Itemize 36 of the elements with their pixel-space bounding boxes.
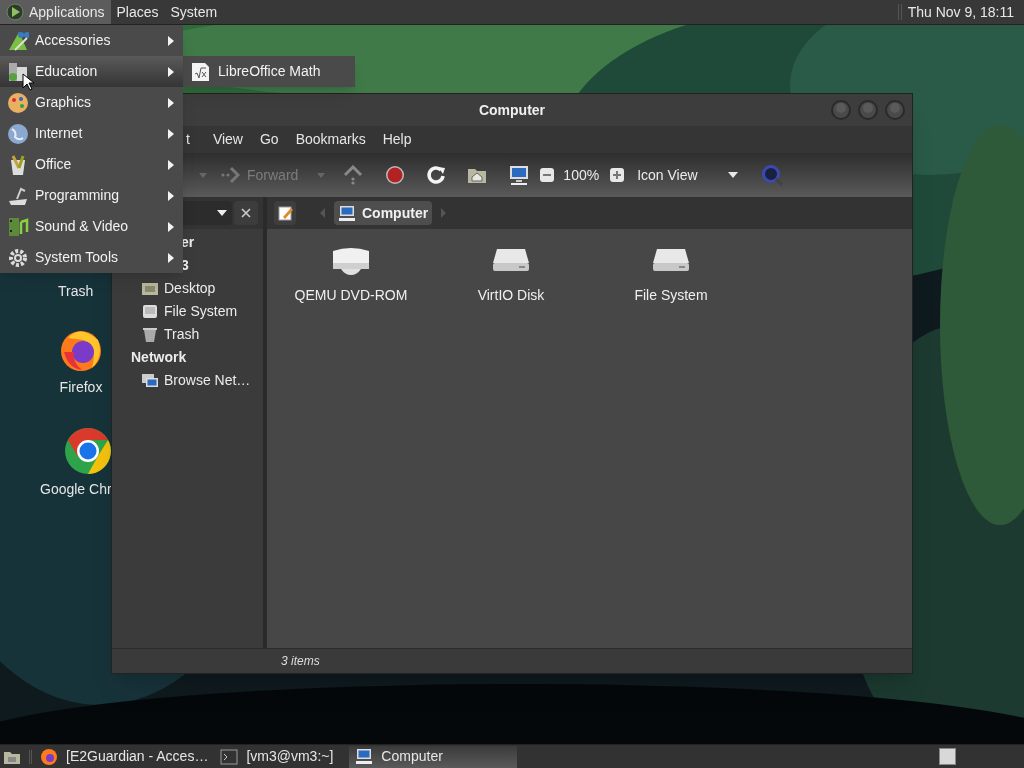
taskbar-button[interactable]: [vm3@vm3:~] xyxy=(214,745,340,768)
window-title: Computer xyxy=(478,100,546,120)
menu-entry[interactable]: Office xyxy=(0,149,183,180)
taskbar-button[interactable]: Computer xyxy=(349,745,518,768)
sidebar-item[interactable]: Browse Net… xyxy=(112,369,263,392)
menu-entry[interactable]: Programming xyxy=(0,180,183,211)
file-item-label[interactable]: QEMU DVD-ROM xyxy=(294,285,408,306)
status-text: 3 items xyxy=(280,653,320,670)
menu-item[interactable]: Help xyxy=(374,129,420,150)
sidebar-item[interactable]: File System xyxy=(112,300,263,323)
file-item-label[interactable]: File System xyxy=(634,285,708,306)
view-mode-dropdown[interactable]: Icon View xyxy=(629,164,742,186)
menu-entry[interactable]: LibreOffice Math xyxy=(183,56,355,87)
menu-entry[interactable]: System Tools xyxy=(0,242,183,273)
menu-entry[interactable]: Education xyxy=(0,56,183,87)
zoom-level: 100% xyxy=(563,165,600,185)
sidebar-heading: Network xyxy=(131,348,187,367)
file-item-label[interactable]: VirtIO Disk xyxy=(477,285,545,306)
panel-menu[interactable]: System xyxy=(164,0,224,24)
taskbar-button[interactable]: [E2Guardian - Acces… xyxy=(34,745,215,768)
menu-entry[interactable]: Sound & Video xyxy=(0,211,183,242)
menu-entry[interactable]: Accessories xyxy=(0,25,183,56)
desktop-icon-label[interactable]: Trash xyxy=(58,281,94,302)
path-button[interactable]: Computer xyxy=(334,201,433,225)
menu-item[interactable]: Bookmarks xyxy=(287,129,374,150)
sidebar-item[interactable]: Trash xyxy=(112,323,263,346)
panel-menu[interactable]: Places xyxy=(110,0,165,24)
menu-entry[interactable]: Internet xyxy=(0,118,183,149)
desktop-icon-label[interactable]: Google Chr xyxy=(40,479,112,500)
menu-entry[interactable]: Graphics xyxy=(0,87,183,118)
menu-item[interactable]: View xyxy=(204,129,251,150)
panel-menu[interactable]: Applications xyxy=(0,0,111,24)
sidebar-item[interactable]: Desktop xyxy=(112,277,263,300)
desktop-icon-label[interactable]: Firefox xyxy=(59,377,103,398)
clock[interactable]: Thu Nov 9, 18:11 xyxy=(907,1,1024,23)
menu-item[interactable]: Go xyxy=(252,129,287,150)
